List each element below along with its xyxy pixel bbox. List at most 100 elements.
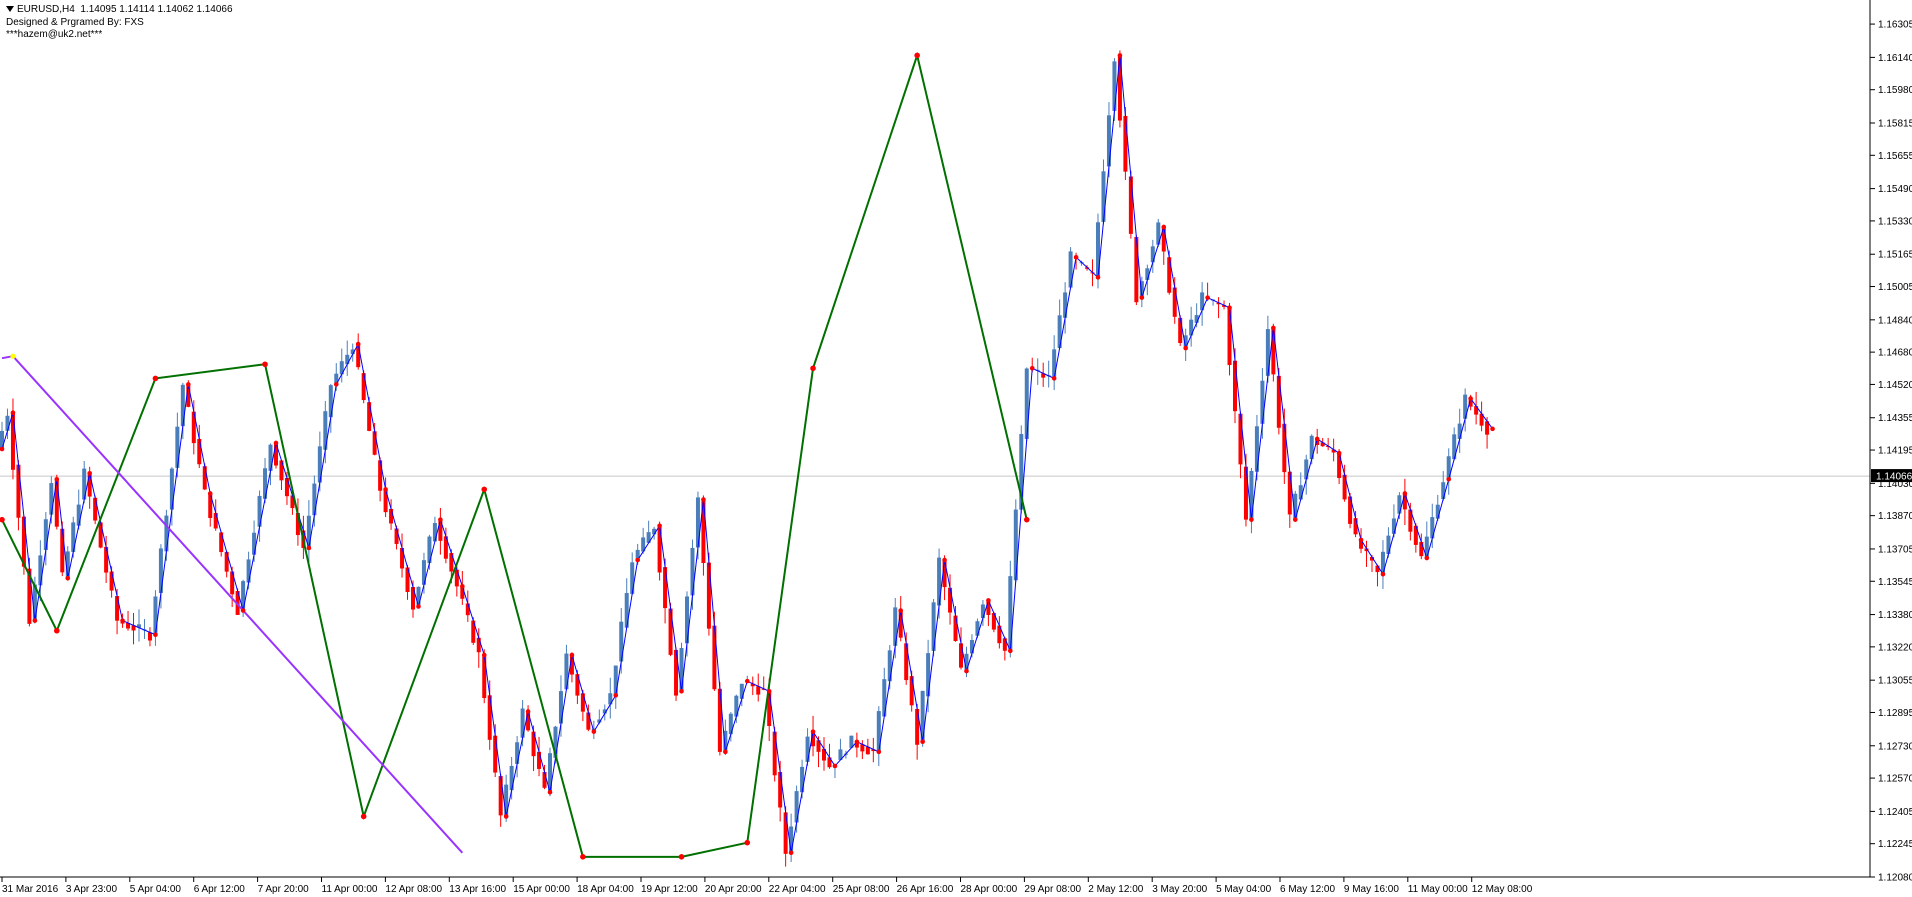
pivot-dot (723, 749, 728, 755)
pivot-dot-major (810, 365, 816, 372)
pivot-dot-major (152, 375, 159, 382)
price-tick-label: 1.12080 (1878, 873, 1912, 884)
candle-body (931, 602, 936, 651)
pivot-dot (1117, 53, 1123, 58)
pivot-dot-major (580, 854, 586, 860)
price-tick-label: 1.15655 (1878, 151, 1912, 162)
candle-body (980, 604, 985, 619)
price-tick-label: 1.14195 (1878, 446, 1912, 457)
candle-body (416, 586, 421, 607)
candle-body (389, 508, 394, 524)
candle-body (794, 791, 799, 823)
candle-body (104, 546, 109, 573)
price-chart[interactable]: 1.16305 1.16140 1.15980 1.15815 1.15655 1.154… (0, 0, 1912, 897)
candle-body (630, 562, 635, 594)
pivot-dot (1183, 345, 1188, 351)
price-tick-label: 1.13380 (1878, 610, 1912, 621)
candle-body (1282, 423, 1287, 473)
time-tick-label: 3 May 20:00 (1152, 884, 1207, 895)
pivot-dot (54, 477, 60, 482)
candle-body (1052, 349, 1057, 379)
pivot-dot (810, 729, 816, 734)
time-tick-label: 31 Mar 2016 (2, 884, 59, 895)
candle-body (739, 683, 744, 699)
candle-body (1375, 565, 1380, 573)
pivot-dot (898, 608, 904, 613)
candle-body (1057, 315, 1062, 349)
pivot-dot (273, 440, 279, 446)
ohlc-values: 1.14095 1.14114 1.14062 1.14066 (80, 4, 233, 15)
candle-body (378, 460, 383, 491)
pivot-dot (766, 688, 772, 694)
candle-body (1260, 380, 1265, 424)
pivot-dot (503, 814, 509, 819)
pivot-dot-major (54, 627, 60, 634)
pivot-dot (920, 739, 925, 745)
time-tick-label: 29 Apr 08:00 (1024, 884, 1081, 895)
candle-body (1435, 504, 1440, 519)
candle-body (717, 688, 722, 752)
candle-body (202, 466, 207, 490)
candle-body (87, 473, 92, 497)
price-tick-label: 1.15815 (1878, 119, 1912, 130)
pivot-dot (1358, 537, 1364, 543)
candle-body (219, 532, 224, 553)
price-tick-label: 1.14355 (1878, 413, 1912, 424)
candle-body (328, 385, 333, 418)
candle-body (783, 812, 788, 854)
candle-body (1172, 287, 1177, 317)
pivot-dot (744, 678, 750, 684)
candle-body (756, 686, 761, 695)
pivot-dot (1490, 426, 1495, 432)
symbol-label: EURUSD,H4 (17, 4, 75, 15)
time-tick-label: 12 May 08:00 (1472, 884, 1533, 895)
candle-body (712, 625, 717, 690)
candle-body (509, 765, 514, 791)
candle-body (372, 431, 377, 455)
candle-body (76, 504, 81, 526)
pivot-dot (87, 470, 92, 476)
candle-body (361, 373, 366, 401)
pivot-dot (207, 491, 213, 496)
pivot-dot-major (744, 839, 751, 846)
candle-body (1238, 413, 1243, 465)
candle-body (1150, 246, 1155, 263)
candle-body (1101, 171, 1106, 222)
pivot-dot (964, 668, 969, 674)
pivot-dot (1314, 436, 1320, 442)
candle-body (43, 519, 48, 550)
candle-body (1254, 426, 1259, 472)
pivot-dot (153, 632, 158, 638)
candle-body (1123, 115, 1128, 172)
candle-body (1353, 518, 1358, 535)
candle-body (432, 523, 437, 542)
candle-body (679, 648, 684, 692)
pivot-dot (416, 604, 421, 609)
candle-body (959, 643, 963, 668)
candle-body (1233, 360, 1237, 412)
candle-body (937, 557, 942, 606)
candle-body (1002, 638, 1007, 651)
pivot-dot-major (262, 361, 268, 368)
candle-body (175, 426, 180, 468)
candle-body (695, 497, 700, 548)
candle-body (1249, 470, 1254, 520)
candle-body (975, 621, 980, 636)
candle-body (1276, 375, 1281, 428)
candle-body (164, 515, 169, 552)
candle-body (38, 555, 43, 586)
candle-body (498, 776, 503, 816)
candle-body (542, 772, 547, 788)
pivot-dot-major (678, 854, 685, 860)
chart-menu-triangle-icon[interactable] (6, 6, 14, 13)
pivot-dot (854, 739, 860, 745)
candle-body (564, 653, 569, 690)
pivot-dot-major (914, 52, 920, 59)
price-tick-label: 1.15980 (1878, 85, 1912, 96)
price-tick-label: 1.14680 (1878, 348, 1912, 359)
candle-body (685, 596, 689, 644)
candle-body (805, 736, 810, 762)
candle-body (1441, 482, 1446, 499)
time-tick-label: 20 Apr 20:00 (705, 884, 762, 895)
candle-body (109, 571, 114, 591)
